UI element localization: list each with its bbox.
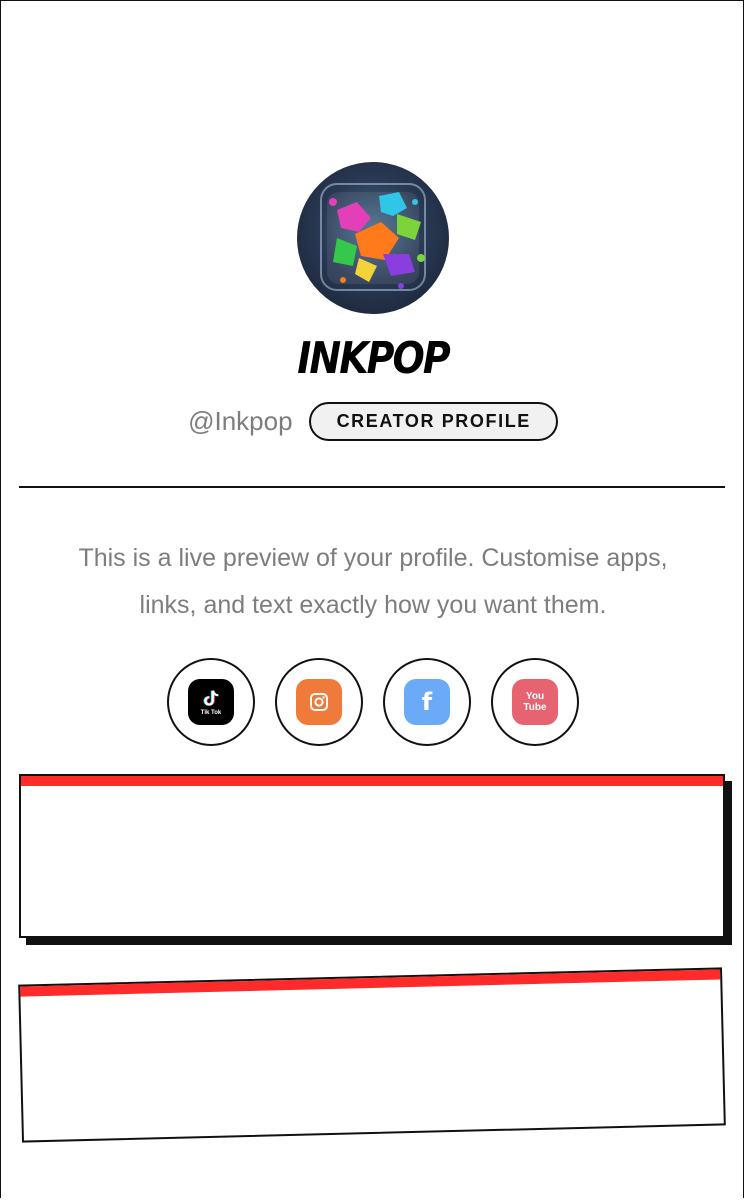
handle-row: @Inkpop CREATOR PROFILE xyxy=(0,402,746,441)
profile-handle: @Inkpop xyxy=(188,406,293,436)
divider xyxy=(19,486,725,488)
profile-name: INKPOP xyxy=(297,332,450,384)
profile-description: This is a live preview of your profile. … xyxy=(78,544,668,619)
youtube-link-button[interactable]: You Tube xyxy=(491,658,579,746)
facebook-link-button[interactable]: f xyxy=(383,658,471,746)
facebook-icon: f xyxy=(404,679,450,725)
tiktok-link-button[interactable]: Tik Tok xyxy=(167,658,255,746)
tiktok-glyph xyxy=(203,690,219,706)
tiktok-icon: Tik Tok xyxy=(188,679,234,725)
instagram-link-button[interactable] xyxy=(275,658,363,746)
link-card[interactable] xyxy=(19,774,725,938)
avatar xyxy=(297,162,449,314)
link-card-accent-stripe xyxy=(21,776,723,786)
paint-splash-icon xyxy=(320,183,426,291)
creator-profile-badge: CREATOR PROFILE xyxy=(308,402,558,441)
social-links: Tik Tok f You Tube xyxy=(167,658,579,746)
instagram-glyph xyxy=(310,693,328,711)
instagram-icon xyxy=(296,679,342,725)
tiktok-icon-label: Tik Tok xyxy=(200,710,222,716)
youtube-icon: You Tube xyxy=(512,679,558,725)
link-card[interactable] xyxy=(18,967,726,1143)
